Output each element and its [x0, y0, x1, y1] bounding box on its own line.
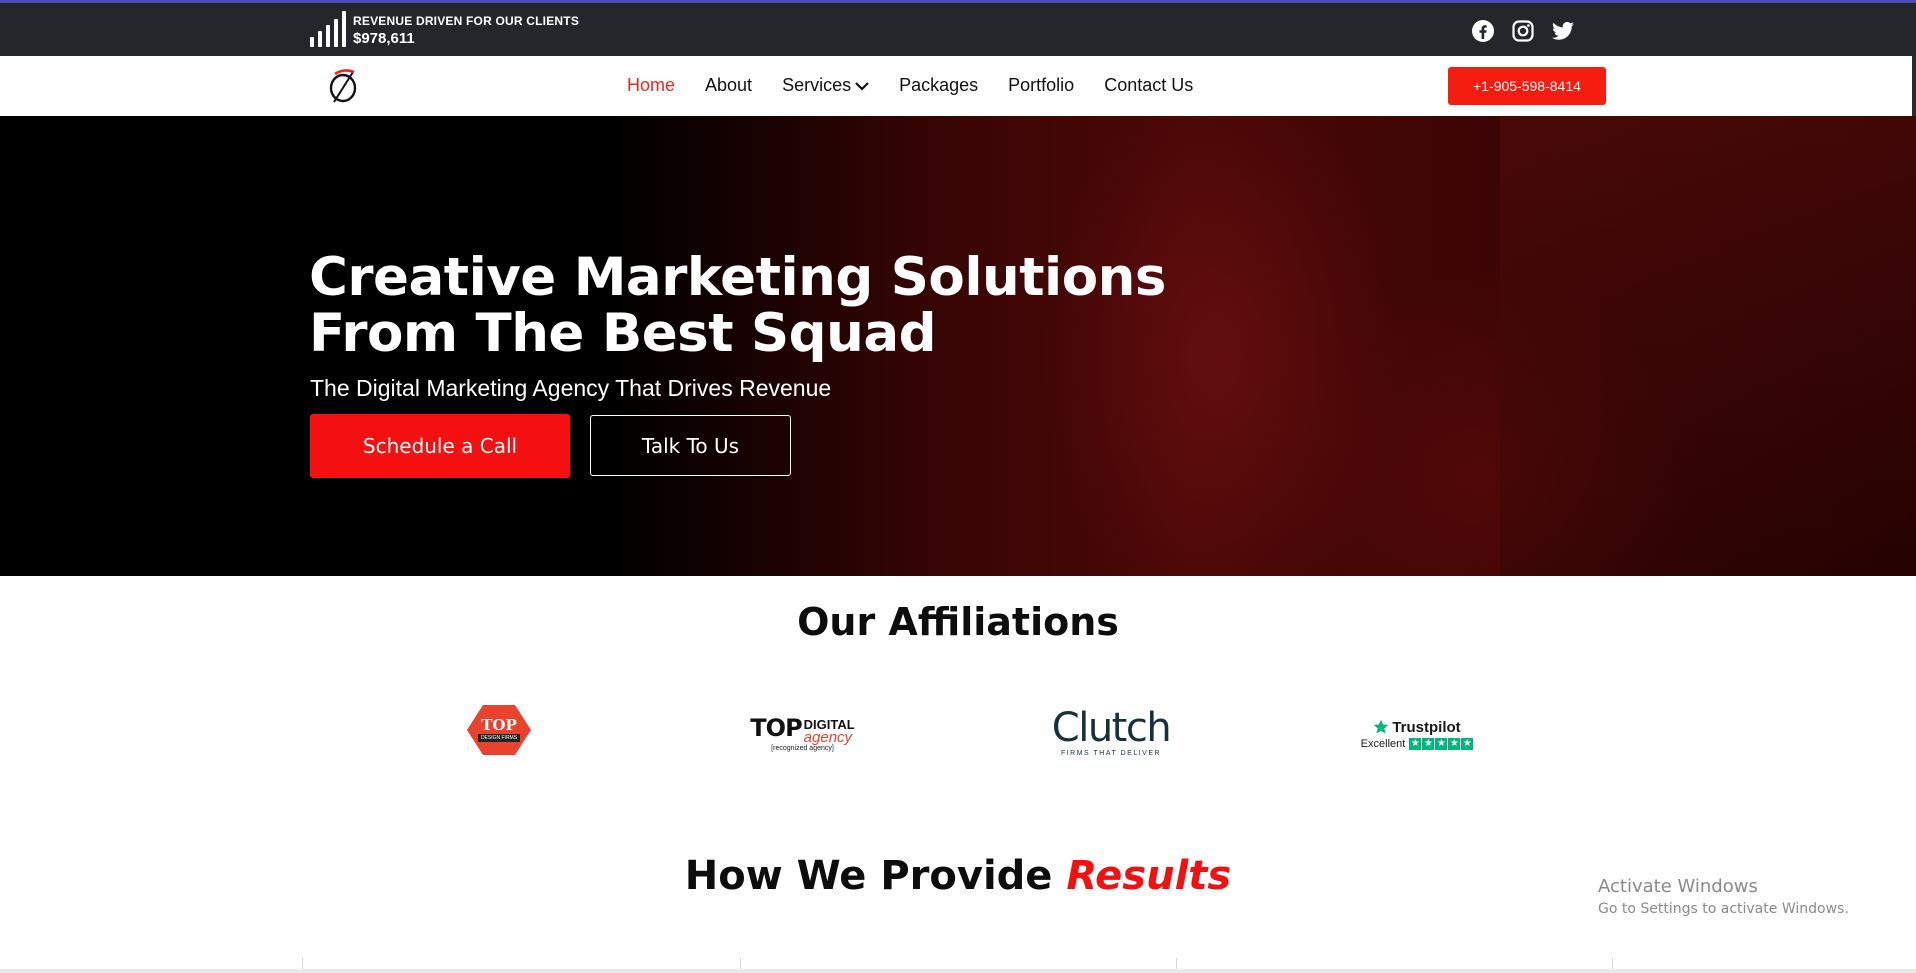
nav-item-portfolio[interactable]: Portfolio [1008, 75, 1074, 96]
clutch-logo[interactable]: Clutch FIRMS THAT DELIVER [1046, 702, 1176, 760]
top-bar: REVENUE DRIVEN FOR OUR CLIENTS $978,611 [0, 0, 1916, 56]
schedule-call-button[interactable]: Schedule a Call [310, 414, 570, 478]
nav-item-home[interactable]: Home [627, 75, 675, 96]
talk-to-us-button[interactable]: Talk To Us [590, 415, 791, 476]
social-links [1470, 18, 1576, 44]
hero-background-shade [1500, 116, 1916, 576]
nav-menu: Home About Services Packages Portfolio C… [627, 75, 1193, 96]
revenue-counter: REVENUE DRIVEN FOR OUR CLIENTS $978,611 [310, 11, 579, 47]
top-design-firms-logo[interactable]: TOP DESIGN FIRMS [464, 702, 534, 758]
logo-text: DESIGN FIRMS [477, 734, 521, 742]
signal-bars-icon [310, 11, 346, 47]
star-icon [1373, 719, 1389, 734]
revenue-amount: $978,611 [353, 30, 415, 47]
logo-text: agency [803, 729, 853, 746]
revenue-label: REVENUE DRIVEN FOR OUR CLIENTS [353, 14, 580, 28]
logo-text: Trustpilot [1392, 718, 1461, 736]
hero-title-line1: Creative Marketing Solutions [309, 247, 1166, 308]
results-title-emphasis: Results [1066, 853, 1232, 899]
windows-activation-watermark: Activate Windows Go to Settings to activ… [1598, 876, 1849, 917]
watermark-line2: Go to Settings to activate Windows. [1598, 901, 1849, 917]
nav-item-about[interactable]: About [705, 75, 752, 96]
page-bottom-edge [0, 969, 1916, 973]
phone-button[interactable]: +1-905-598-8414 [1448, 67, 1606, 105]
hero-subtitle: The Digital Marketing Agency That Drives… [310, 375, 832, 401]
logo-text: TOP [481, 716, 517, 734]
nav-item-contact[interactable]: Contact Us [1104, 75, 1193, 96]
logo-text: FIRMS THAT DELIVER [1060, 749, 1162, 757]
nav-item-services[interactable]: Services [782, 75, 869, 96]
trustpilot-rating: Excellent [1360, 737, 1406, 750]
facebook-icon[interactable] [1470, 18, 1496, 44]
hero-title-line2: From The Best Squad [309, 303, 937, 364]
results-title-prefix: How We Provide [684, 853, 1053, 899]
trustpilot-logo[interactable]: Trustpilot Excellent ★ ★ ★ ★ ★ [1356, 714, 1478, 754]
affiliations-title: Our Affiliations [797, 600, 1119, 644]
top-digital-agency-logo[interactable]: TOP DIGITAL agency [recognized agency] [745, 708, 860, 758]
hero-section: Creative Marketing Solutions From The Be… [0, 116, 1916, 576]
brand-logo[interactable] [326, 66, 362, 106]
logo-text: TOP [750, 714, 802, 742]
rating-stars-icon: ★ ★ ★ ★ ★ [1409, 737, 1474, 750]
page-edge [1912, 56, 1916, 116]
chevron-down-icon [855, 81, 869, 91]
logo-text: Clutch [1051, 704, 1172, 751]
hero-title: Creative Marketing Solutions From The Be… [309, 250, 1166, 362]
logo-text: [recognized agency] [771, 745, 834, 752]
twitter-icon[interactable] [1550, 18, 1576, 44]
nav-item-packages[interactable]: Packages [899, 75, 978, 96]
main-nav: Home About Services Packages Portfolio C… [0, 56, 1916, 116]
instagram-icon[interactable] [1510, 18, 1536, 44]
watermark-line1: Activate Windows [1598, 876, 1758, 897]
